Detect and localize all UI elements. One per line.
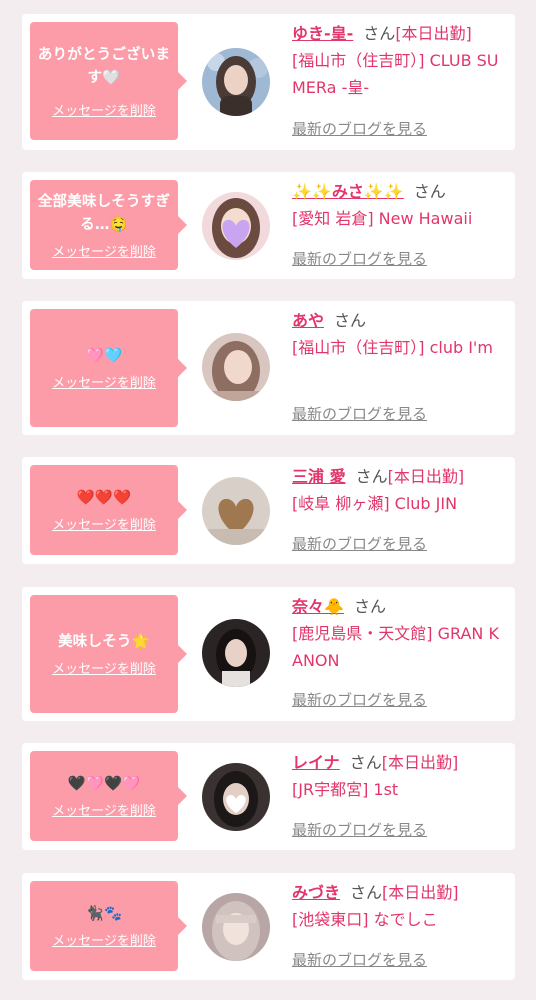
avatar-photo — [202, 192, 270, 260]
latest-blog-link[interactable]: 最新のブログを見る — [292, 248, 427, 269]
avatar-photo — [202, 48, 270, 116]
member-name-link[interactable]: 奈々🐥 — [292, 597, 344, 616]
honorific: さん — [353, 597, 386, 616]
delete-message-link[interactable]: メッセージを削除 — [52, 372, 156, 391]
honorific: さん — [334, 311, 367, 330]
message-card: ありがとうございます🤍 メッセージを削除 ゆき-皇- さん[本日出勤] [福山市（… — [22, 14, 515, 150]
shop-name: [愛知 岩倉] New Hawaii — [292, 209, 473, 228]
honorific: さん — [413, 182, 446, 201]
honorific: さん — [363, 24, 396, 43]
attendance-badge: [本日出勤] — [395, 24, 472, 43]
message-bubble: 🐈‍⬛🐾 メッセージを削除 — [30, 881, 187, 971]
attendance-badge: [本日出勤] — [382, 883, 459, 902]
latest-blog-link[interactable]: 最新のブログを見る — [292, 949, 427, 970]
attendance-badge: [本日出勤] — [387, 467, 465, 486]
shop-name: [岐阜 柳ヶ瀬] Club JIN — [292, 494, 458, 513]
delete-message-link[interactable]: メッセージを削除 — [52, 241, 156, 260]
avatar-photo — [202, 763, 270, 831]
message-card: 🩷🩵 メッセージを削除 あや さん [福山市（住吉町）] club I'm 最新の… — [22, 301, 515, 435]
delete-message-link[interactable]: メッセージを削除 — [52, 658, 156, 677]
message-text: 美味しそう🌟 — [58, 634, 150, 650]
latest-blog-link[interactable]: 最新のブログを見る — [292, 819, 427, 840]
member-info: 三浦 愛さん[本日出勤] [岐阜 柳ヶ瀬] Club JIN — [292, 463, 508, 517]
avatar[interactable] — [202, 893, 270, 961]
message-card: ❤️❤️❤️ メッセージを削除 三浦 愛さん[本日出勤] [岐阜 柳ヶ瀬] Cl… — [22, 457, 515, 564]
delete-message-link[interactable]: メッセージを削除 — [52, 514, 156, 533]
message-card: 🖤🩷🖤🩷 メッセージを削除 レイナ さん[本日出勤] [JR宇都宮] 1st 最新… — [22, 743, 515, 850]
avatar-photo — [202, 619, 270, 687]
attendance-badge: [本日出勤] — [381, 753, 459, 772]
member-name-link[interactable]: レイナ — [292, 753, 340, 772]
message-bubble: 🖤🩷🖤🩷 メッセージを削除 — [30, 751, 187, 841]
latest-blog-link[interactable]: 最新のブログを見る — [292, 118, 427, 139]
message-text: 全部美味しそうすぎる…🤤 — [37, 193, 171, 233]
delete-message-link[interactable]: メッセージを削除 — [52, 100, 156, 119]
member-info: ✨✨みさ✨✨ さん [愛知 岩倉] New Hawaii — [292, 178, 508, 232]
member-info: ゆき-皇- さん[本日出勤] [福山市（住吉町）] CLUB SUMERa -皇- — [292, 20, 508, 101]
shop-name: [池袋東口] なでしこ — [292, 910, 438, 929]
message-bubble: ありがとうございます🤍 メッセージを削除 — [30, 22, 187, 140]
latest-blog-link[interactable]: 最新のブログを見る — [292, 403, 427, 424]
avatar[interactable] — [202, 619, 270, 687]
avatar-photo — [202, 477, 270, 545]
member-name-link[interactable]: 三浦 愛 — [292, 467, 346, 486]
message-text: ❤️❤️❤️ — [76, 490, 132, 506]
delete-message-link[interactable]: メッセージを削除 — [52, 930, 156, 949]
avatar[interactable] — [202, 48, 270, 116]
message-bubble: 美味しそう🌟 メッセージを削除 — [30, 595, 187, 713]
member-name-link[interactable]: ✨✨みさ✨✨ — [292, 182, 404, 201]
member-info: レイナ さん[本日出勤] [JR宇都宮] 1st — [292, 749, 508, 803]
shop-name: [JR宇都宮] 1st — [292, 780, 399, 799]
message-bubble: ❤️❤️❤️ メッセージを削除 — [30, 465, 187, 555]
member-info: あや さん [福山市（住吉町）] club I'm — [292, 307, 508, 361]
message-text: 🖤🩷🖤🩷 — [67, 776, 141, 792]
member-name-link[interactable]: ゆき-皇- — [292, 24, 353, 43]
message-text: 🐈‍⬛🐾 — [85, 906, 123, 922]
shop-name: [鹿児島県・天文館] GRAN KANON — [292, 624, 499, 670]
shop-name: [福山市（住吉町）] CLUB SUMERa -皇- — [292, 51, 499, 97]
message-text: 🩷🩵 — [85, 348, 123, 364]
message-card: 🐈‍⬛🐾 メッセージを削除 みづき さん[本日出勤] [池袋東口] なでしこ 最新… — [22, 873, 515, 980]
member-name-link[interactable]: みづき — [292, 883, 340, 902]
avatar[interactable] — [202, 192, 270, 260]
message-text: ありがとうございます🤍 — [37, 46, 171, 86]
latest-blog-link[interactable]: 最新のブログを見る — [292, 533, 427, 554]
shop-name: [福山市（住吉町）] club I'm — [292, 338, 493, 357]
avatar-photo — [202, 893, 270, 961]
message-card: 美味しそう🌟 メッセージを削除 奈々🐥 さん [鹿児島県・天文館] GRAN KA… — [22, 587, 515, 721]
avatar[interactable] — [202, 333, 270, 401]
honorific: さん — [355, 467, 388, 486]
message-list: ありがとうございます🤍 メッセージを削除 ゆき-皇- さん[本日出勤] [福山市（… — [0, 0, 536, 1000]
member-name-link[interactable]: あや — [292, 311, 324, 330]
avatar-photo — [202, 333, 270, 401]
latest-blog-link[interactable]: 最新のブログを見る — [292, 689, 427, 710]
delete-message-link[interactable]: メッセージを削除 — [52, 800, 156, 819]
honorific: さん — [350, 883, 383, 902]
message-card: 全部美味しそうすぎる…🤤 メッセージを削除 ✨✨みさ✨✨ さん [愛知 岩倉] N… — [22, 172, 515, 279]
member-info: 奈々🐥 さん [鹿児島県・天文館] GRAN KANON — [292, 593, 508, 674]
member-info: みづき さん[本日出勤] [池袋東口] なでしこ — [292, 879, 508, 933]
message-bubble: 全部美味しそうすぎる…🤤 メッセージを削除 — [30, 180, 187, 270]
honorific: さん — [349, 753, 382, 772]
avatar[interactable] — [202, 477, 270, 545]
message-bubble: 🩷🩵 メッセージを削除 — [30, 309, 187, 427]
avatar[interactable] — [202, 763, 270, 831]
